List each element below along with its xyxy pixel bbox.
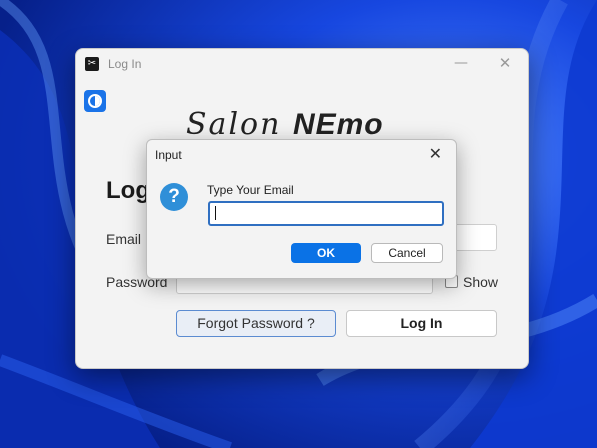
title-bar[interactable]: ✂ Log In — ✕ bbox=[76, 49, 528, 79]
ok-button[interactable]: OK bbox=[291, 243, 361, 263]
email-label: Email bbox=[106, 231, 142, 247]
dialog-prompt: Type Your Email bbox=[207, 183, 294, 197]
forgot-password-button[interactable]: Forgot Password ? bbox=[176, 310, 336, 337]
contrast-icon bbox=[88, 94, 102, 108]
text-caret bbox=[215, 206, 216, 220]
dialog-close-icon[interactable]: ✕ bbox=[429, 144, 442, 163]
app-icon: ✂ bbox=[85, 57, 99, 71]
logo-script-text: Salon bbox=[186, 107, 293, 142]
close-button[interactable]: ✕ bbox=[490, 54, 520, 74]
show-password-label[interactable]: Show bbox=[463, 274, 498, 290]
logo-bold-text: NEmo bbox=[292, 108, 384, 141]
cancel-button[interactable]: Cancel bbox=[371, 243, 443, 263]
question-icon: ? bbox=[160, 183, 188, 211]
dialog-title: Input bbox=[155, 148, 182, 162]
theme-toggle-button[interactable] bbox=[84, 90, 106, 112]
page-heading: Log bbox=[106, 177, 150, 204]
window-title: Log In bbox=[108, 57, 142, 71]
salon-logo: Salon NEmo bbox=[186, 107, 384, 142]
minimize-button[interactable]: — bbox=[446, 54, 476, 74]
input-dialog: Input ✕ ? Type Your Email OK Cancel bbox=[146, 139, 457, 279]
login-button[interactable]: Log In bbox=[346, 310, 497, 337]
email-input[interactable] bbox=[208, 201, 444, 226]
